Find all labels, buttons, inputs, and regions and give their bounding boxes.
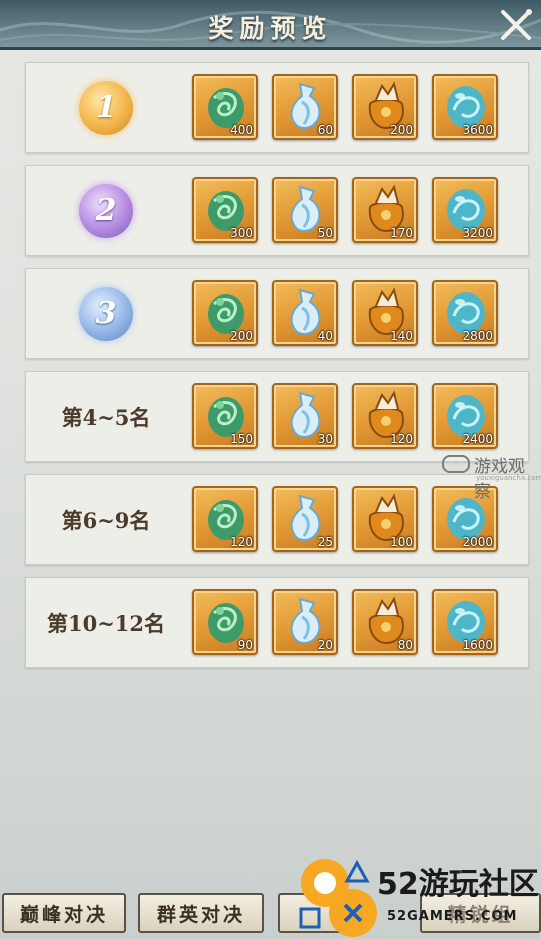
watermark-site-url: youxiguancha.com [476, 474, 541, 482]
reward-row: 3 200 40 140 2800 [25, 268, 529, 359]
rank-label: 1 [26, 63, 186, 152]
reward-item-slot[interactable]: 400 [192, 74, 258, 140]
reward-item-slot[interactable]: 20 [272, 589, 338, 655]
item-quantity: 60 [317, 123, 333, 137]
gamepad-icon [442, 455, 470, 473]
watermark-brand-url: 52GAMERS.COM [387, 909, 518, 924]
rank-range-text: 第10~12名 [46, 610, 166, 636]
reward-item-slot[interactable]: 40 [272, 280, 338, 346]
tab-peak-duel[interactable]: 巅峰对决 [2, 893, 126, 933]
item-quantity: 400 [230, 123, 253, 137]
close-icon [501, 9, 532, 40]
item-quantity: 40 [317, 329, 333, 343]
item-quantity: 100 [390, 535, 413, 549]
reward-item-slot[interactable]: 90 [192, 589, 258, 655]
item-quantity: 3200 [462, 226, 493, 240]
reward-row: 第4~5名 150 30 120 2400 [25, 371, 529, 462]
item-quantity: 140 [390, 329, 413, 343]
reward-item-slot[interactable]: 200 [352, 74, 418, 140]
item-quantity: 120 [230, 535, 253, 549]
rank-label: 第6~9名 [26, 475, 186, 564]
reward-row: 第6~9名 120 25 100 2000 [25, 474, 529, 565]
reward-row: 1 400 60 200 3600 [25, 62, 529, 153]
reward-preview-panel: 奖励预览 1 400 60 200 3600 2 300 50 170 3200 3 200 40 140… [0, 0, 541, 939]
reward-item-slot[interactable]: 3200 [432, 177, 498, 243]
rank-label: 第10~12名 [26, 578, 186, 667]
page-title: 奖励预览 [208, 14, 333, 43]
item-quantity: 2400 [462, 432, 493, 446]
reward-item-slot[interactable]: 50 [272, 177, 338, 243]
rank-label: 第4~5名 [26, 372, 186, 461]
item-quantity: 150 [230, 432, 253, 446]
item-quantity: 20 [317, 638, 333, 652]
item-quantity: 1600 [462, 638, 493, 652]
item-quantity: 2000 [462, 535, 493, 549]
title-bar: 奖励预览 [0, 0, 541, 50]
reward-item-slot[interactable]: 2400 [432, 383, 498, 449]
watermark-brand-name: 52游玩社区 [377, 867, 539, 902]
item-quantity: 170 [390, 226, 413, 240]
reward-item-slot[interactable]: 140 [352, 280, 418, 346]
reward-item-slot[interactable]: 170 [352, 177, 418, 243]
reward-item-slot[interactable]: 3600 [432, 74, 498, 140]
reward-item-slot[interactable]: 150 [192, 383, 258, 449]
close-button[interactable] [495, 4, 537, 46]
watermark-youxiguancha: 游戏观察 youxiguancha.com [442, 452, 541, 502]
reward-item-slot[interactable]: 60 [272, 74, 338, 140]
reward-item-slot[interactable]: 200 [192, 280, 258, 346]
52gamers-logo-icon [299, 859, 377, 937]
reward-row: 第10~12名 90 20 80 1600 [25, 577, 529, 668]
item-quantity: 50 [317, 226, 333, 240]
item-quantity: 80 [397, 638, 413, 652]
rank-medal-icon: 1 [79, 80, 133, 135]
rank-label: 2 [26, 166, 186, 255]
rank-label: 3 [26, 269, 186, 358]
item-quantity: 25 [317, 535, 333, 549]
item-quantity: 120 [390, 432, 413, 446]
rank-range-text: 第6~9名 [61, 507, 151, 533]
reward-item-slot[interactable]: 2800 [432, 280, 498, 346]
reward-item-slot[interactable]: 25 [272, 486, 338, 552]
item-quantity: 200 [230, 329, 253, 343]
item-quantity: 30 [317, 432, 333, 446]
item-quantity: 90 [237, 638, 253, 652]
reward-row: 2 300 50 170 3200 [25, 165, 529, 256]
reward-item-slot[interactable]: 100 [352, 486, 418, 552]
item-quantity: 2800 [462, 329, 493, 343]
item-quantity: 300 [230, 226, 253, 240]
rank-range-text: 第4~5名 [61, 404, 151, 430]
watermark-52gamers: 52游玩社区 52GAMERS.COM [295, 855, 541, 939]
reward-item-slot[interactable]: 80 [352, 589, 418, 655]
tab-heroes-duel[interactable]: 群英对决 [138, 893, 264, 933]
reward-item-slot[interactable]: 120 [192, 486, 258, 552]
reward-item-slot[interactable]: 30 [272, 383, 338, 449]
reward-item-slot[interactable]: 300 [192, 177, 258, 243]
reward-item-slot[interactable]: 1600 [432, 589, 498, 655]
item-quantity: 200 [390, 123, 413, 137]
reward-item-slot[interactable]: 120 [352, 383, 418, 449]
rank-medal-icon: 2 [79, 183, 133, 238]
rank-medal-icon: 3 [79, 286, 133, 341]
item-quantity: 3600 [462, 123, 493, 137]
